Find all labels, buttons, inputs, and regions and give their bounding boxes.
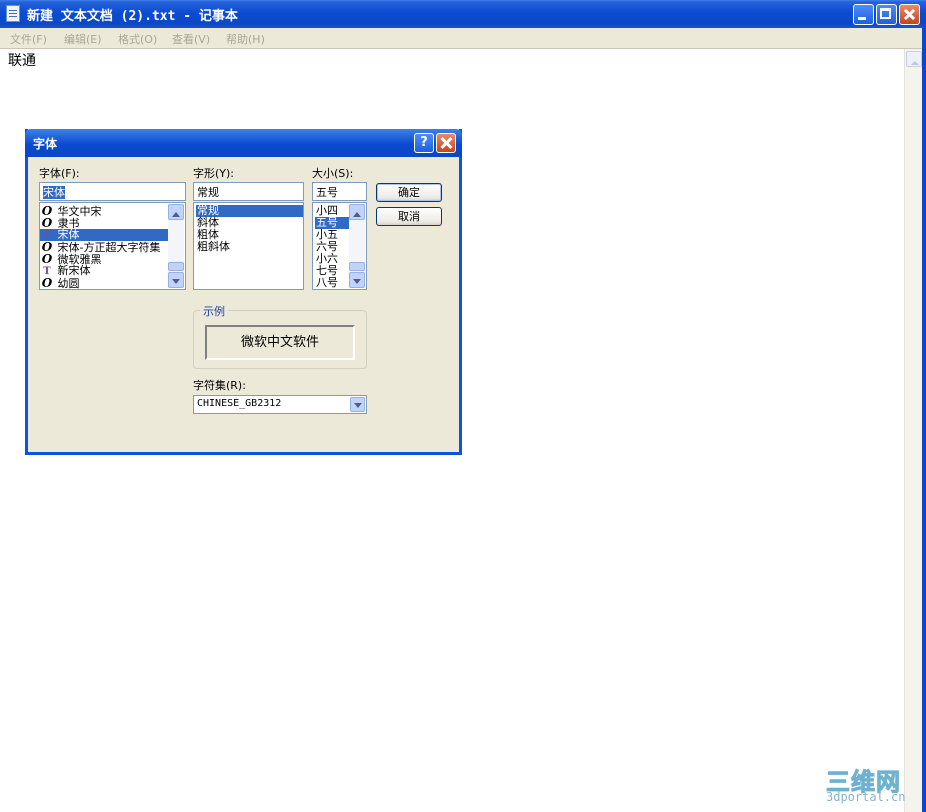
editor-content: 联通 <box>8 53 36 69</box>
chevron-down-icon[interactable] <box>350 397 365 412</box>
scroll-up-arrow-icon[interactable] <box>168 204 184 220</box>
scroll-up-arrow-icon[interactable] <box>349 204 365 220</box>
font-input[interactable]: 宋体 <box>39 182 186 201</box>
style-list[interactable]: 常规 斜体 粗体 粗斜体 <box>193 202 304 290</box>
font-label: 字体(F): <box>39 167 80 180</box>
scroll-up-arrow-icon[interactable] <box>906 51 922 67</box>
window-title: 新建 文本文档 (2).txt - 记事本 <box>27 9 238 24</box>
size-input[interactable]: 五号 <box>312 182 367 201</box>
menu-bar: 文件(F) 编辑(E) 格式(O) 查看(V) 帮助(H) <box>0 28 926 49</box>
font-dialog-title: 字体 <box>33 137 58 151</box>
menu-help[interactable]: 帮助(H) <box>226 31 265 47</box>
menu-view[interactable]: 查看(V) <box>172 31 210 47</box>
opentype-icon: O <box>41 252 53 266</box>
charset-label: 字符集(R): <box>193 379 246 392</box>
vertical-scrollbar[interactable] <box>904 49 923 812</box>
notepad-icon <box>6 5 20 22</box>
maximize-button[interactable] <box>876 4 897 25</box>
sample-preview: 微软中文软件 <box>205 325 355 360</box>
opentype-icon: O <box>41 276 53 290</box>
opentype-icon: O <box>41 216 53 230</box>
list-item[interactable]: O 幼圆 <box>40 277 168 289</box>
dialog-close-button[interactable] <box>436 133 456 153</box>
help-button[interactable]: ? <box>414 133 434 153</box>
watermark-logo: 三维网 3dportal.cn <box>826 762 918 806</box>
minimize-button[interactable] <box>853 4 874 25</box>
font-list[interactable]: O 华文中宋 O 隶书 T 宋体 O 宋体-方正超大字符集 O 微软雅黑 T 新… <box>39 202 186 290</box>
window-border <box>922 28 926 812</box>
scroll-thumb[interactable] <box>168 262 184 271</box>
title-bar[interactable]: 新建 文本文档 (2).txt - 记事本 <box>0 0 926 28</box>
watermark-domain: 3dportal.cn <box>826 790 906 804</box>
charset-select[interactable]: CHINESE_GB2312 <box>193 395 367 414</box>
menu-file[interactable]: 文件(F) <box>10 31 47 47</box>
list-item[interactable]: O 宋体-方正超大字符集 <box>40 241 168 254</box>
list-item[interactable]: 粗斜体 <box>197 241 230 253</box>
font-input-value: 宋体 <box>43 186 65 199</box>
style-label: 字形(Y): <box>193 167 235 180</box>
scroll-down-arrow-icon[interactable] <box>349 272 365 288</box>
charset-value: CHINESE_GB2312 <box>197 398 282 409</box>
scroll-down-arrow-icon[interactable] <box>168 272 184 288</box>
list-item[interactable]: O 华文中宋 <box>40 205 168 218</box>
list-item[interactable]: T 新宋体 <box>40 265 168 278</box>
menu-format[interactable]: 格式(O) <box>118 31 157 47</box>
style-input[interactable]: 常规 <box>193 182 304 201</box>
close-button[interactable] <box>899 4 920 25</box>
font-dialog-title-bar[interactable]: 字体 ? <box>25 129 462 157</box>
size-list[interactable]: 小四 五号 小五 六号 小六 七号 八号 <box>312 202 367 290</box>
scroll-thumb[interactable] <box>349 262 365 271</box>
list-item[interactable]: 八号 <box>316 277 338 289</box>
ok-button[interactable]: 确定 <box>376 183 442 202</box>
size-list-scrollbar[interactable] <box>349 204 365 288</box>
size-label: 大小(S): <box>312 167 354 180</box>
font-list-scrollbar[interactable] <box>168 204 184 288</box>
menu-edit[interactable]: 编辑(E) <box>64 31 102 47</box>
cancel-button[interactable]: 取消 <box>376 207 442 226</box>
list-item-selected[interactable]: T 宋体 <box>40 229 168 241</box>
sample-legend: 示例 <box>200 303 228 319</box>
